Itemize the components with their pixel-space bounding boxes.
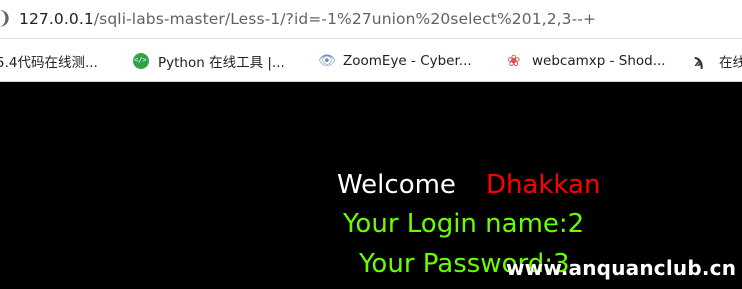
login-name-text: Your Login name:2	[343, 209, 585, 239]
address-bar[interactable]: ❩ 127.0.0.1/sqli-labs-master/Less-1/?id=…	[0, 0, 742, 39]
bookmark-item[interactable]: 5.4代码在线测...	[0, 51, 98, 71]
bookmark-item[interactable]: 👁 ZoomEye - Cyber...	[318, 51, 472, 71]
fork-icon: ϡ	[694, 51, 705, 70]
welcome-line: Welcome Dhakkan	[337, 170, 600, 200]
bookmark-label: 5.4代码在线测...	[0, 55, 98, 71]
page-info-icon[interactable]: ❩	[0, 9, 13, 29]
watermark: www.anquanclub.cn	[506, 256, 737, 280]
bookmarks-bar: 5.4代码在线测... Python 在线工具 |... 👁 ZoomEye -…	[0, 39, 742, 82]
url-path: /sqli-labs-master/Less-1/?id=-1%27union%…	[93, 10, 597, 28]
bookmark-label: ZoomEye - Cyber...	[343, 53, 472, 69]
bookmark-item[interactable]: ❀ webcamxp - Shod...	[507, 51, 666, 71]
url-field[interactable]: 127.0.0.1/sqli-labs-master/Less-1/?id=-1…	[19, 10, 596, 28]
bookmark-label: webcamxp - Shod...	[532, 53, 666, 69]
shodan-icon: ❀	[507, 51, 521, 70]
bookmark-item[interactable]: ϡ 在线	[694, 51, 742, 72]
username-text: Dhakkan	[485, 170, 601, 200]
bookmark-item[interactable]: Python 在线工具 |...	[133, 51, 285, 71]
python-code-icon	[133, 53, 149, 69]
bookmark-label: Python 在线工具 |...	[158, 55, 285, 71]
url-host: 127.0.0.1	[19, 10, 94, 28]
bookmark-label: 在线	[719, 55, 742, 71]
eye-icon: 👁	[318, 53, 336, 69]
welcome-text: Welcome	[337, 170, 456, 200]
